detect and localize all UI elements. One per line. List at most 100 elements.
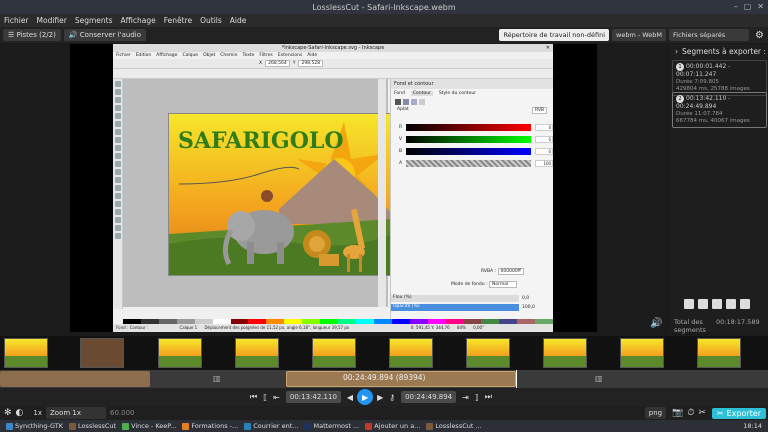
window-titlebar: LosslessCut - Safari-Inkscape.webm – ▢ ✕ (0, 0, 768, 14)
segments-panel: › Segments à exporter : 1 00:00:01.442 - … (670, 44, 768, 342)
list-icon[interactable] (712, 299, 722, 309)
speed-value[interactable]: 1x (33, 409, 42, 417)
remove-segment-icon[interactable] (698, 299, 708, 309)
minimize-icon[interactable]: – (734, 2, 738, 11)
opacity-label: Opacité (%) (391, 303, 519, 311)
cut-start-icon[interactable]: ⇤ (273, 393, 280, 402)
menu-tools[interactable]: Outils (200, 16, 222, 25)
zoom-select[interactable]: Zoom 1x (46, 407, 107, 419)
segment-track[interactable]: ▥ 00:24:49.894 (89394) ▥ (0, 370, 768, 388)
flat-row: Aplat RVB (391, 107, 553, 114)
task-syncthing[interactable]: Syncthing-GTK (6, 422, 63, 430)
zoom-value: 60.000 (110, 409, 135, 417)
segments-title: Segments à exporter : (682, 46, 766, 56)
status-y: Y: 344,76 (431, 325, 450, 330)
task-mattermost[interactable]: Mattermost ... (304, 422, 359, 430)
current-time-label: 00:24:49.894 (89394) (343, 373, 426, 382)
task-add[interactable]: Ajouter un a... (365, 422, 420, 430)
snapshot-format-select[interactable]: png (644, 407, 667, 419)
status-x: X: 591,45 (410, 325, 430, 330)
cut-icon[interactable]: ✂ (698, 408, 706, 418)
speed-icon[interactable]: ◐ (16, 408, 24, 418)
menu-edit[interactable]: Modifier (37, 16, 67, 25)
tracks-button[interactable]: ☰ Pistes (2/2) (3, 29, 61, 41)
maximize-icon[interactable]: ▢ (744, 2, 752, 11)
end-time-field[interactable]: 00:24:49.894 (401, 391, 457, 403)
ink-menu-item: Calque (182, 53, 199, 58)
inkscape-titlebar: *Inkscape-Safari-Inkscape.svg - Inkscape… (113, 44, 553, 52)
chevron-right-icon[interactable]: › (675, 47, 678, 56)
ink-menu-item: Filtres (259, 53, 273, 58)
prev-frame-icon[interactable]: ◀ (347, 393, 353, 402)
video-frame-inkscape: *Inkscape-Safari-Inkscape.svg - Inkscape… (113, 44, 553, 332)
play-button[interactable]: ▶ (357, 389, 374, 405)
x-value: 268,564 (265, 60, 290, 67)
menu-segments[interactable]: Segments (75, 16, 113, 25)
menu-file[interactable]: Fichier (4, 16, 29, 25)
ink-menu-item: Chemin (220, 53, 238, 58)
add-segment-icon[interactable] (684, 299, 694, 309)
camera-icon[interactable]: 📷 (672, 408, 683, 418)
timeline-thumbnails[interactable] (0, 336, 768, 370)
clock-icon[interactable]: ⏱ (687, 408, 694, 418)
gear-icon[interactable]: ✻ (4, 408, 12, 418)
channel-value: 0 (535, 148, 553, 155)
settings-icon[interactable]: ⚙ (755, 30, 764, 41)
task-mail[interactable]: Courrier ent... (244, 422, 298, 430)
keep-audio-button[interactable]: 🔊 Conserver l'audio (63, 29, 147, 41)
ink-menu-item: Extensions (277, 53, 303, 58)
opacity-row: Opacité (%) 100,0 (391, 303, 551, 311)
thumbnail (235, 338, 279, 368)
channel-value: 0 (535, 136, 553, 143)
workdir-button[interactable]: Répertoire de travail non-défini (499, 29, 609, 41)
channel-a: A 100 (399, 160, 553, 167)
rgba-label: RVBA : (481, 269, 497, 274)
task-losslesscut-2[interactable]: LosslessCut ... (426, 422, 482, 430)
cut-end-icon[interactable]: ⇥ (462, 393, 469, 402)
menu-window[interactable]: Fenêtre (164, 16, 192, 25)
clock: 18:14 (743, 422, 762, 430)
export-button[interactable]: ✂ Exporter (711, 407, 766, 419)
playhead[interactable] (516, 370, 517, 388)
jump-end-icon[interactable]: ⏭ (485, 392, 492, 402)
rgba-row: RVBA : 000000ff (481, 268, 524, 275)
reorder-icon[interactable] (740, 299, 750, 309)
status-message: Déplacement des poignées de 11,52 px, an… (204, 325, 350, 330)
task-label: LosslessCut (78, 422, 117, 430)
task-label: Formations -... (191, 422, 239, 430)
task-formations[interactable]: Formations -... (182, 422, 238, 430)
close-icon[interactable]: ✕ (757, 2, 764, 11)
menu-view[interactable]: Affichage (121, 16, 156, 25)
menu-help[interactable]: Aide (230, 16, 247, 25)
bottom-bar: ✻ ◐ 1x Zoom 1x 60.000 png 📷 ⏱ ✂ ✂ Exporte… (0, 406, 768, 420)
set-end-icon[interactable]: ⟧ (475, 393, 479, 402)
inkscape-commands-bar (378, 79, 386, 307)
rgba-value: 000000ff (497, 268, 524, 275)
art-title: SAFARIGOLO (178, 128, 344, 154)
jump-start-icon[interactable]: ⏮ (250, 392, 257, 402)
cut-handle-icon[interactable]: ▥ (213, 374, 221, 383)
volume-icon[interactable]: 🔊 (650, 318, 662, 329)
task-label: Vince - KeeP... (131, 422, 177, 430)
next-frame-icon[interactable]: ▶ (377, 393, 383, 402)
thumbnail (80, 338, 124, 368)
opacity-value: 100,0 (522, 304, 535, 310)
output-mode-select[interactable]: Fichiers séparés (669, 29, 750, 41)
task-label: Courrier ent... (253, 422, 299, 430)
format-select[interactable]: webm - WebM (612, 29, 667, 41)
set-start-icon[interactable]: ⟦ (263, 393, 267, 402)
channel-r: R 0 (399, 124, 553, 131)
segment-item-1[interactable]: 1 00:00:01.442 - 00:07:11.247 Durée 7:09.… (672, 60, 767, 96)
start-time-field[interactable]: 00:13:42.110 (285, 391, 341, 403)
task-losslesscut[interactable]: LosslessCut (69, 422, 116, 430)
task-keepass[interactable]: Vince - KeeP... (122, 422, 176, 430)
segment-item-2[interactable]: 2 00:13:42.110 - 00:24:49.894 Durée 11:07… (672, 92, 767, 128)
cut-handle-icon[interactable]: ▥ (595, 374, 603, 383)
key-icon[interactable]: ⚷ (389, 393, 395, 402)
thumbnail (466, 338, 510, 368)
tag-icon[interactable] (726, 299, 736, 309)
segment-tools (684, 299, 750, 309)
segment-bar-1[interactable] (0, 371, 150, 387)
ink-menu-item: Affichage (156, 53, 178, 58)
tab-stroke-style: Style du contour (438, 90, 477, 96)
